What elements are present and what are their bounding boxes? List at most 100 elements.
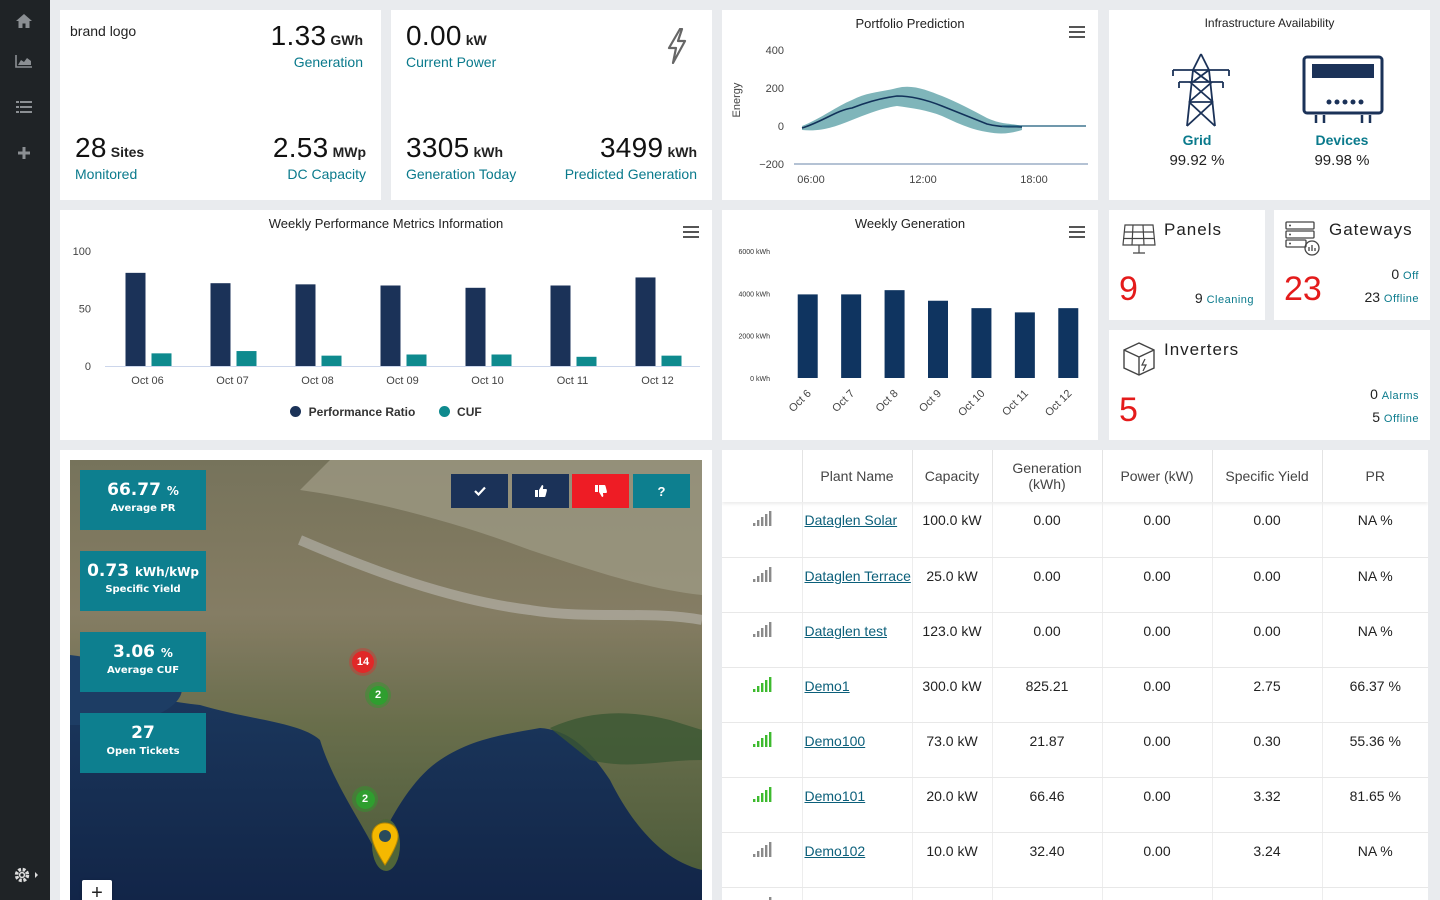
specific-yield-cell: 3.32 [1212, 777, 1323, 833]
table-row[interactable]: Dataglen Solar 100.0 kW 0.00 0.00 0.00 NA % [722, 502, 1428, 558]
filter-unknown-button[interactable]: ? [633, 474, 690, 508]
bar-cuf[interactable] [661, 355, 682, 366]
specific-yield-cell: 2.75 [1212, 667, 1323, 723]
bar-performance-ratio[interactable] [210, 283, 231, 366]
table-row[interactable]: Dataglen Terrace 25.0 kW 0.00 0.00 0.00 NA % [722, 557, 1428, 613]
plant-name-link[interactable]: Dataglen Solar [805, 512, 898, 528]
area-chart-icon[interactable] [13, 52, 35, 70]
list-icon[interactable] [13, 98, 35, 116]
x-tick: Oct 9 [917, 388, 944, 415]
filter-good-button[interactable] [512, 474, 569, 508]
plant-name-link[interactable]: Demo1 [805, 678, 850, 694]
inverters-offline-label: Offline [1383, 413, 1419, 425]
signal-cell [722, 612, 803, 668]
x-tick: Oct 11 [1000, 388, 1031, 419]
power-cell: 0.00 [1102, 557, 1213, 613]
power-cell: 0.00 [1102, 887, 1213, 900]
panels-count: 9 [1119, 270, 1138, 308]
column-header-plant-name[interactable]: Plant Name [802, 450, 913, 502]
bar-generation[interactable] [797, 294, 818, 378]
signal-strength-icon [764, 896, 772, 900]
kpi-value: 0.73 [87, 561, 130, 581]
cleaning-label: Cleaning [1206, 294, 1254, 306]
filter-all-button[interactable] [451, 474, 508, 508]
bar-performance-ratio[interactable] [465, 287, 486, 366]
bar-performance-ratio[interactable] [635, 277, 656, 366]
bar-cuf[interactable] [406, 354, 427, 367]
map-cluster-green[interactable]: 2 [352, 786, 378, 812]
table-row[interactable]: Dataglen test 123.0 kW 0.00 0.00 0.00 NA % [722, 612, 1428, 668]
gear-icon[interactable] [12, 866, 42, 884]
bar-performance-ratio[interactable] [295, 284, 316, 366]
column-header-status [722, 450, 803, 502]
column-header-specific-yield[interactable]: Specific Yield [1212, 450, 1323, 502]
generation-cell: 0.00 [992, 557, 1103, 613]
map-pin-icon[interactable] [371, 822, 399, 871]
bar-generation[interactable] [1058, 308, 1079, 378]
portfolio-chart: Energy 400 200 0 −200 06:00 12:00 18:00 [731, 45, 1088, 186]
signal-strength-icon [752, 676, 772, 692]
plant-name-link[interactable]: Dataglen test [805, 623, 888, 639]
home-icon[interactable] [13, 12, 35, 30]
grid-label: Grid [1182, 132, 1212, 148]
table-row[interactable]: Demo101 20.0 kW 66.46 0.00 3.32 81.65 % [722, 777, 1428, 833]
sites-label: Monitored [75, 166, 138, 182]
filter-bad-button[interactable] [572, 474, 629, 508]
bar-generation[interactable] [928, 300, 948, 378]
generation-cell: 32.40 [992, 832, 1103, 888]
plant-name-cell: Dataglen Terrace [802, 557, 913, 613]
x-tick: 18:00 [1020, 174, 1048, 186]
table-row[interactable]: Demo103200.0 kW617.960.003.09NA % [722, 887, 1428, 900]
x-tick: Oct 8 [874, 388, 901, 415]
signal-strength-icon [752, 511, 772, 526]
kpi-value: 66.77 [107, 480, 161, 500]
weekly-generation-card: Weekly Generation 6000 kWh 4000 kWh 2000 k… [722, 210, 1098, 440]
plus-icon[interactable] [13, 144, 35, 162]
bar-cuf[interactable] [151, 353, 172, 366]
plant-name-link[interactable]: Demo100 [805, 733, 866, 749]
bar-performance-ratio[interactable] [380, 285, 401, 367]
column-header-capacity[interactable]: Capacity [912, 450, 993, 502]
column-header-pr[interactable]: PR [1322, 450, 1428, 502]
x-tick: Oct 08 [301, 375, 333, 387]
plant-name-link[interactable]: Demo102 [805, 843, 866, 859]
kpi-label: Average PR [110, 503, 176, 514]
predicted-generation-stat: 3499 kWh Predicted Generation [565, 132, 697, 182]
capacity-cell: 200.0 kW [912, 887, 993, 900]
table-row[interactable]: Demo1 300.0 kW 825.21 0.00 2.75 66.37 % [722, 667, 1428, 723]
map-cluster-red[interactable]: 14 [349, 648, 377, 676]
plant-name-cell: Demo100 [802, 722, 913, 778]
plant-name-cell: Dataglen test [802, 612, 913, 668]
column-header-power[interactable]: Power (kW) [1102, 450, 1213, 502]
gateways-offline: 23 Offline [1364, 289, 1419, 305]
bar-cuf[interactable] [576, 356, 597, 366]
x-tick: Oct 12 [1043, 388, 1074, 419]
bar-performance-ratio[interactable] [125, 272, 146, 366]
power-value: 0.00 [406, 20, 462, 51]
bar-generation[interactable] [1014, 312, 1035, 378]
off-value: 0 [1391, 266, 1400, 282]
bar-generation[interactable] [884, 290, 905, 378]
table-row[interactable]: Demo100 73.0 kW 21.87 0.00 0.30 55.36 % [722, 722, 1428, 778]
table-row[interactable]: Demo102 10.0 kW 32.40 0.00 3.24 NA % [722, 832, 1428, 888]
capacity-cell: 73.0 kW [912, 722, 993, 778]
pr-cell: NA % [1322, 557, 1428, 613]
bar-performance-ratio[interactable] [550, 285, 571, 367]
generation-cell: 825.21 [992, 667, 1103, 723]
bar-cuf[interactable] [236, 351, 257, 366]
zoom-in-button[interactable]: + [82, 880, 112, 900]
bar-cuf[interactable] [321, 355, 342, 366]
x-tick: 06:00 [797, 174, 825, 186]
bar-cuf[interactable] [491, 354, 512, 367]
gateways-offline-value: 23 [1364, 289, 1381, 305]
plant-name-link[interactable]: Demo101 [805, 788, 866, 804]
plant-name-link[interactable]: Dataglen Terrace [805, 568, 911, 584]
bar-generation[interactable] [841, 294, 862, 378]
bar-generation[interactable] [971, 308, 992, 378]
column-header-generation[interactable]: Generation (kWh) [992, 450, 1103, 502]
plant-name-cell: Demo103 [802, 887, 913, 900]
devices-label: Devices [1315, 132, 1369, 148]
kpi-open-tickets[interactable]: 27 Open Tickets [80, 713, 206, 773]
map-cluster-green[interactable]: 2 [365, 682, 391, 708]
cleaning-value: 9 [1194, 290, 1203, 306]
